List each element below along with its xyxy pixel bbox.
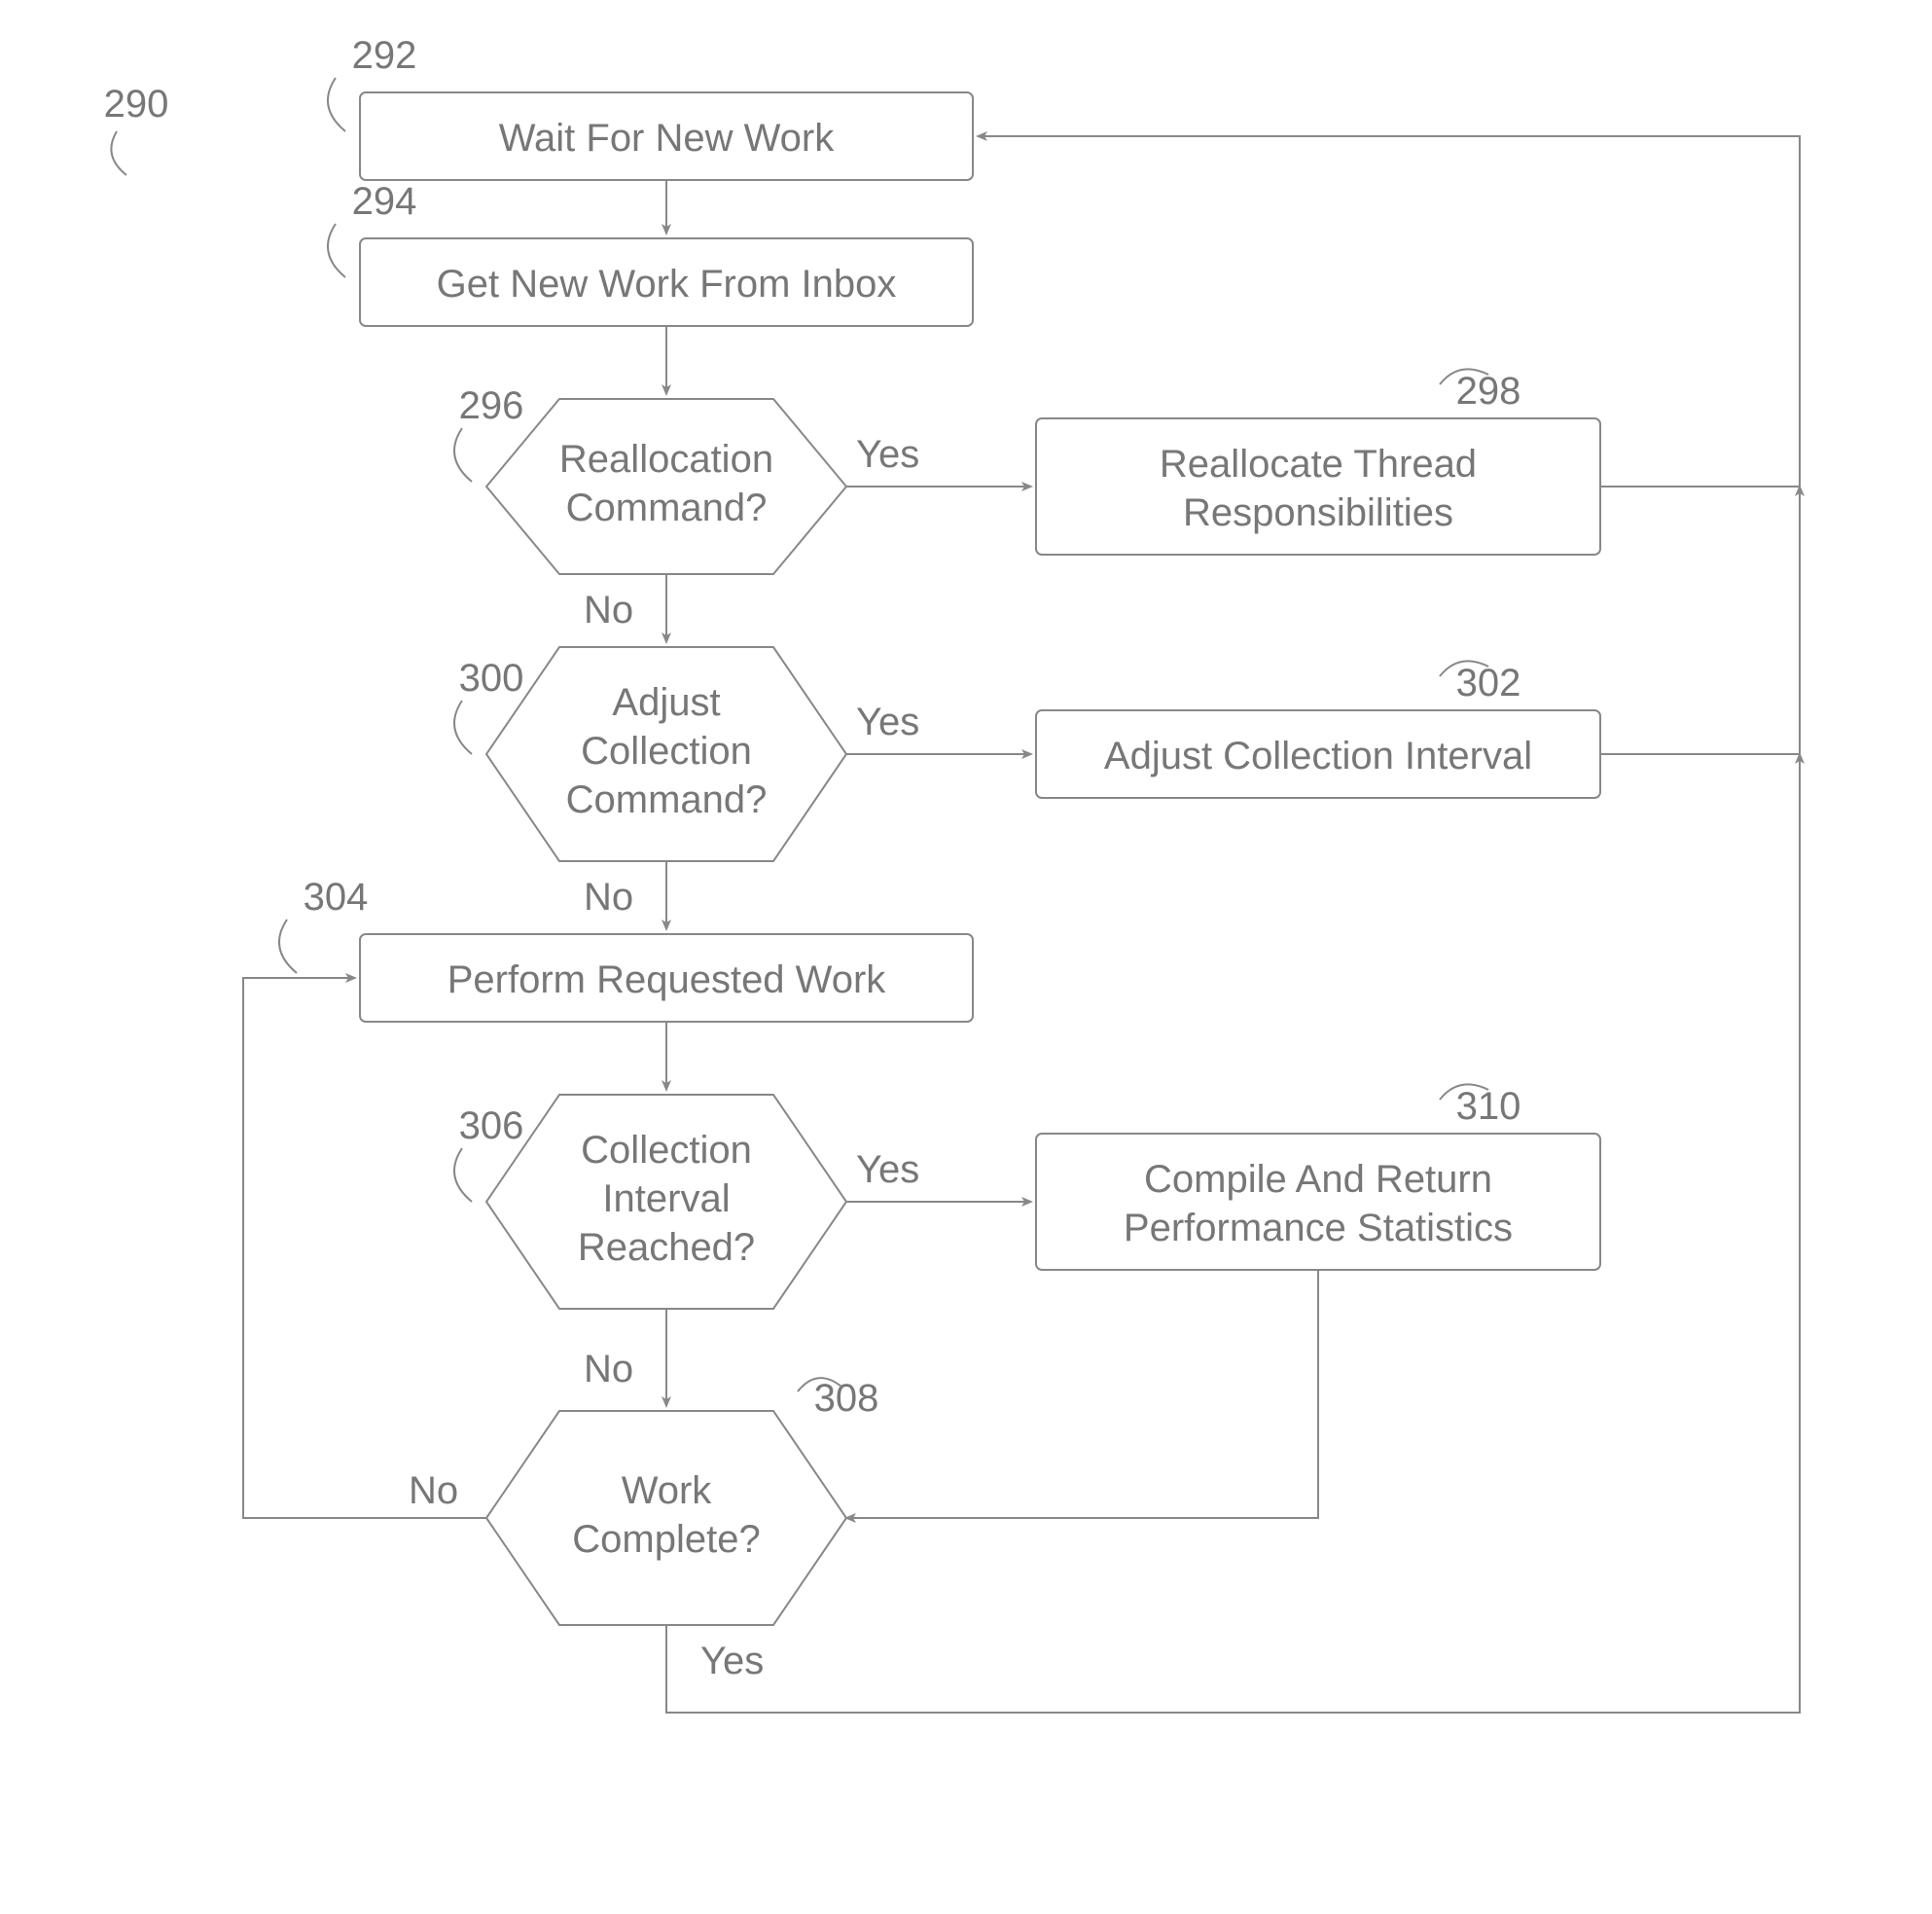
ref-306: 306 bbox=[459, 1104, 524, 1147]
label-308-yes: Yes bbox=[700, 1640, 764, 1682]
node-adjust-collection-interval: Adjust Collection Interval 302 bbox=[1036, 661, 1600, 798]
ref-296: 296 bbox=[459, 384, 524, 427]
label-296-no: No bbox=[584, 589, 633, 632]
svg-text:Reached?: Reached? bbox=[578, 1226, 755, 1269]
node-reallocate-thread: Reallocate Thread Responsibilities 298 bbox=[1036, 369, 1600, 555]
flowchart-diagram: 290 Wait For New Work 292 Get New Work F… bbox=[0, 0, 1932, 1914]
figure-ref-290: 290 bbox=[104, 83, 169, 126]
svg-text:Reallocate Thread: Reallocate Thread bbox=[1160, 443, 1477, 486]
svg-text:Collection: Collection bbox=[581, 1129, 752, 1172]
ref-308: 308 bbox=[814, 1377, 879, 1420]
label-296-yes: Yes bbox=[856, 433, 919, 476]
node-adjust-collection-command: Adjust Collection Command? 300 bbox=[454, 647, 846, 861]
ref-300: 300 bbox=[459, 657, 524, 700]
arrow-310-308 bbox=[846, 1270, 1318, 1518]
node-wait-for-new-work: Wait For New Work 292 bbox=[328, 34, 973, 180]
svg-text:Reallocation: Reallocation bbox=[559, 438, 773, 481]
svg-text:Adjust: Adjust bbox=[612, 681, 720, 724]
node-reallocation-command: Reallocation Command? 296 bbox=[454, 384, 846, 574]
svg-text:Collection: Collection bbox=[581, 730, 752, 773]
label-306-yes: Yes bbox=[856, 1148, 919, 1191]
svg-text:Interval: Interval bbox=[602, 1177, 730, 1220]
node-compile-return-stats: Compile And Return Performance Statistic… bbox=[1036, 1084, 1600, 1270]
arrow-302-return bbox=[1600, 487, 1800, 754]
ref-304: 304 bbox=[304, 876, 369, 919]
node-get-new-work: Get New Work From Inbox 294 bbox=[328, 180, 973, 326]
svg-text:Complete?: Complete? bbox=[572, 1518, 760, 1561]
svg-text:Command?: Command? bbox=[566, 487, 768, 529]
node-collection-interval-reached: Collection Interval Reached? 306 bbox=[454, 1095, 846, 1309]
label-300-no: No bbox=[584, 876, 633, 919]
svg-text:Compile And Return: Compile And Return bbox=[1144, 1158, 1492, 1201]
ref-310: 310 bbox=[1456, 1085, 1521, 1128]
svg-text:Adjust Collection Interval: Adjust Collection Interval bbox=[1104, 735, 1532, 777]
svg-text:Wait For New Work: Wait For New Work bbox=[499, 117, 835, 160]
svg-text:Performance Statistics: Performance Statistics bbox=[1124, 1207, 1513, 1249]
node-work-complete: Work Complete? 308 bbox=[486, 1377, 878, 1625]
svg-text:Get New Work From Inbox: Get New Work From Inbox bbox=[437, 263, 897, 306]
label-308-no: No bbox=[409, 1469, 458, 1512]
ref-294: 294 bbox=[352, 180, 417, 223]
arrow-308-304 bbox=[243, 978, 486, 1518]
svg-text:Work: Work bbox=[622, 1469, 713, 1512]
svg-text:Perform Requested Work: Perform Requested Work bbox=[447, 958, 887, 1001]
svg-text:Responsibilities: Responsibilities bbox=[1183, 491, 1453, 534]
label-306-no: No bbox=[584, 1348, 633, 1390]
svg-text:Command?: Command? bbox=[566, 778, 768, 821]
arrow-298-return bbox=[978, 136, 1800, 487]
ref-298: 298 bbox=[1456, 370, 1521, 413]
label-300-yes: Yes bbox=[856, 701, 919, 743]
ref-302: 302 bbox=[1456, 662, 1521, 704]
ref-292: 292 bbox=[352, 34, 417, 77]
